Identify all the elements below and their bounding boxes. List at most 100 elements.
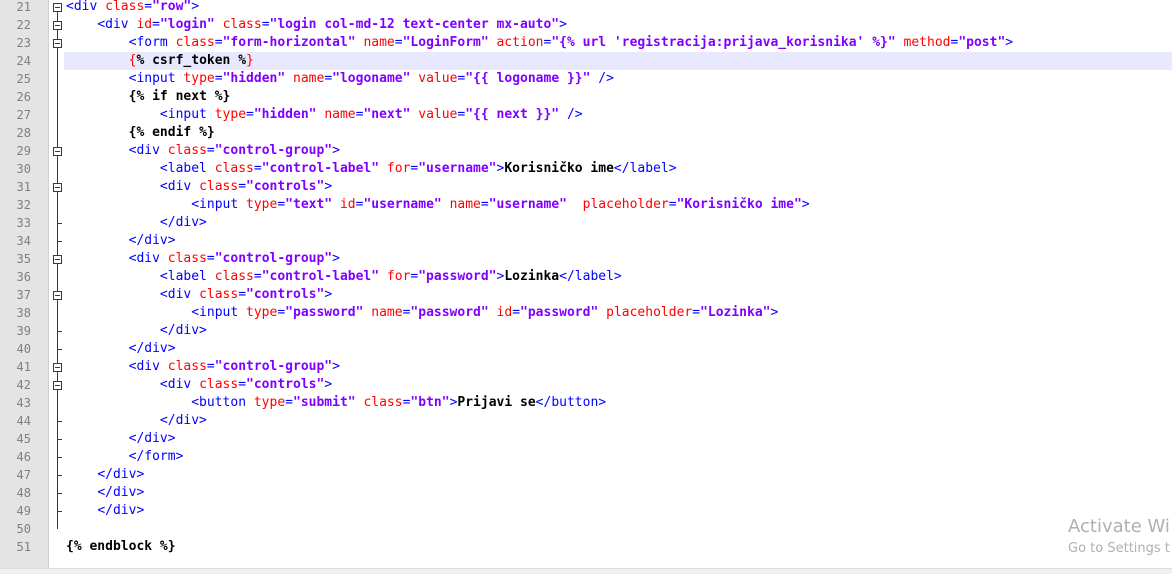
code-line[interactable]: <input type="hidden" name="next" value="… xyxy=(66,106,583,124)
code-token: = xyxy=(253,161,262,176)
line-number: 39 xyxy=(16,324,31,338)
code-line[interactable]: <div class="controls"> xyxy=(66,178,332,196)
code-token: "{{ logoname }}" xyxy=(465,71,591,86)
code-token: id xyxy=(339,197,356,212)
code-token: <form xyxy=(128,35,176,50)
fold-toggle-icon[interactable] xyxy=(53,291,62,300)
code-line[interactable]: <div class="control-group"> xyxy=(66,142,340,160)
horizontal-scrollbar[interactable] xyxy=(0,568,1172,574)
code-token: = xyxy=(206,143,215,158)
code-editor[interactable]: 21 22 23 24 25 26 27 28 29 30 31 32 33 34 35 36 37 38 39 40… xyxy=(0,0,1172,568)
code-line[interactable]: <button type="submit" class="btn">Prijav… xyxy=(66,394,606,412)
code-token: "control-group" xyxy=(214,359,333,374)
fold-margin[interactable] xyxy=(48,0,64,568)
fold-end-tick xyxy=(57,511,62,512)
fold-toggle-icon[interactable] xyxy=(53,363,62,372)
code-token: "logoname" xyxy=(332,71,411,86)
code-line[interactable]: <input type="text" id="username" name="u… xyxy=(66,196,809,214)
line-number: 38 xyxy=(16,306,31,320)
line-number: 45 xyxy=(16,432,31,446)
code-token: class xyxy=(175,35,215,50)
code-line[interactable]: </div> xyxy=(66,322,207,340)
code-token: <input xyxy=(128,71,184,86)
code-token: </div> xyxy=(128,341,176,356)
code-token: placeholder xyxy=(582,197,669,212)
code-line[interactable]: <label class="control-label" for="passwo… xyxy=(66,268,622,286)
code-line[interactable]: <div class="control-group"> xyxy=(66,358,340,376)
code-token: <div xyxy=(128,143,168,158)
code-line[interactable]: {% if next %} xyxy=(66,88,231,106)
code-token: /> xyxy=(559,107,583,122)
fold-toggle-icon[interactable] xyxy=(53,183,62,192)
code-token: > xyxy=(332,359,340,374)
code-line[interactable]: </div> xyxy=(66,466,144,484)
code-token: {% if next %} xyxy=(128,89,231,104)
code-token: class xyxy=(105,0,145,14)
code-line[interactable]: <label class="control-label" for="userna… xyxy=(66,160,677,178)
line-number: 41 xyxy=(16,360,31,374)
fold-toggle-icon[interactable] xyxy=(53,21,62,30)
code-token: = xyxy=(214,35,223,50)
code-line[interactable]: </div> xyxy=(66,502,144,520)
line-number: 26 xyxy=(16,90,31,104)
code-line[interactable]: </div> xyxy=(66,214,207,232)
code-line[interactable]: </div> xyxy=(66,232,176,250)
code-token: "btn" xyxy=(410,395,450,410)
code-line[interactable]: {% csrf_token %} xyxy=(66,52,254,70)
code-token: <div xyxy=(97,17,137,32)
code-line[interactable]: {% endblock %} xyxy=(66,538,176,556)
code-line[interactable]: </div> xyxy=(66,430,176,448)
line-number: 50 xyxy=(16,522,31,536)
line-number: 23 xyxy=(16,36,31,50)
code-line[interactable]: </div> xyxy=(66,340,176,358)
fold-toggle-icon[interactable] xyxy=(53,381,62,390)
code-token: placeholder xyxy=(606,305,693,320)
code-line[interactable]: <div id="login" class="login col-md-12 t… xyxy=(66,16,567,34)
code-token: <div xyxy=(128,359,168,374)
code-line[interactable]: <input type="password" name="password" i… xyxy=(66,304,778,322)
code-token: <div xyxy=(66,0,106,14)
code-line[interactable]: </div> xyxy=(66,484,144,502)
code-token: {% endblock %} xyxy=(66,539,176,554)
code-token: class xyxy=(199,287,239,302)
code-token: "next" xyxy=(363,107,411,122)
fold-toggle-icon[interactable] xyxy=(53,39,62,48)
code-line[interactable]: </div> xyxy=(66,412,207,430)
code-line[interactable]: <div class="controls"> xyxy=(66,376,332,394)
code-token: "password" xyxy=(520,305,599,320)
line-number: 25 xyxy=(16,72,31,86)
code-line[interactable]: <div class="controls"> xyxy=(66,286,332,304)
code-token: = xyxy=(144,0,153,14)
code-token: </div> xyxy=(97,485,145,500)
fold-toggle-icon[interactable] xyxy=(53,3,62,12)
code-token: } xyxy=(246,53,254,68)
code-token: <button xyxy=(191,395,254,410)
code-token: "submit" xyxy=(293,395,356,410)
code-token: "hidden" xyxy=(253,107,317,122)
code-token: <input xyxy=(191,197,247,212)
code-token: /> xyxy=(590,71,614,86)
code-token: name xyxy=(449,197,481,212)
fold-toggle-icon[interactable] xyxy=(53,147,62,156)
code-line[interactable]: {% endif %} xyxy=(66,124,215,142)
code-line[interactable]: <input type="hidden" name="logoname" val… xyxy=(66,70,614,88)
code-line[interactable]: <div class="row"> xyxy=(66,0,199,16)
code-token: type xyxy=(253,395,286,410)
code-line[interactable]: <div class="control-group"> xyxy=(66,250,340,268)
line-number: 51 xyxy=(16,540,31,554)
code-line[interactable]: </form> xyxy=(66,448,184,466)
code-token: class xyxy=(214,161,254,176)
code-token: "control-label" xyxy=(261,161,380,176)
fold-toggle-icon[interactable] xyxy=(53,255,62,264)
code-token: for xyxy=(386,269,411,284)
line-number: 44 xyxy=(16,414,31,428)
code-token: > xyxy=(1005,35,1014,50)
code-line[interactable]: <form class="form-horizontal" name="Logi… xyxy=(66,34,1013,52)
code-token: id xyxy=(136,17,153,32)
